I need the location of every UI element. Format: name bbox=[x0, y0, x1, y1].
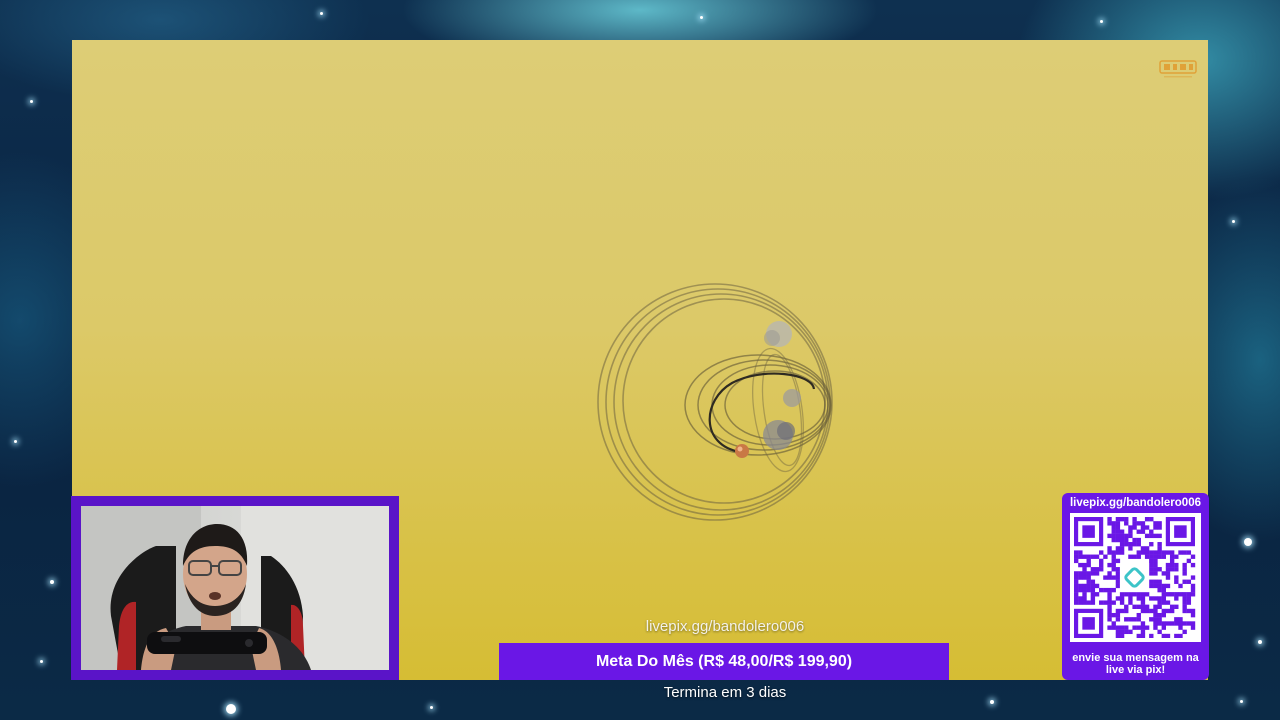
star-decoration bbox=[1244, 538, 1252, 546]
orbit-rings-icon bbox=[597, 283, 833, 521]
star-decoration bbox=[40, 660, 43, 663]
star-decoration bbox=[1240, 700, 1243, 703]
qr-finder-pattern bbox=[1074, 608, 1104, 638]
goal-url-label: livepix.gg/bandolero006 bbox=[645, 618, 805, 635]
qr-caption-line2: live via pix! bbox=[1105, 664, 1166, 676]
star-decoration bbox=[700, 16, 703, 19]
star-decoration bbox=[50, 580, 54, 584]
goal-text: Meta Do Mês (R$ 48,00/R$ 199,90) bbox=[595, 652, 853, 670]
qr-finder-pattern bbox=[1074, 517, 1104, 547]
star-decoration bbox=[1100, 20, 1103, 23]
star-decoration bbox=[226, 704, 236, 714]
goal-deadline: Termina em 3 dias bbox=[663, 684, 787, 701]
qr-pattern bbox=[1074, 517, 1196, 638]
webcam-frame bbox=[71, 496, 399, 680]
goal-progress-bar: Meta Do Mês (R$ 48,00/R$ 199,90) bbox=[499, 643, 949, 680]
star-decoration bbox=[30, 100, 33, 103]
pix-qr-widget: livepix.gg/bandolero006 envie sua mensag… bbox=[1062, 493, 1209, 680]
qr-caption: envie sua mensagem na live via pix! bbox=[1064, 652, 1207, 676]
game-logo-icon bbox=[1159, 60, 1197, 78]
qr-code[interactable] bbox=[1070, 513, 1201, 642]
star-decoration bbox=[990, 700, 994, 704]
pix-logo-icon bbox=[1119, 562, 1150, 593]
qr-caption-line1: envie sua mensagem na bbox=[1072, 652, 1199, 664]
streamer-figure bbox=[81, 506, 389, 670]
qr-finder-pattern bbox=[1165, 517, 1195, 547]
stream-overlay: livepix.gg/bandolero006 Meta Do Mês (R$ … bbox=[0, 0, 1280, 720]
star-decoration bbox=[14, 440, 17, 443]
star-decoration bbox=[430, 706, 433, 709]
star-decoration bbox=[1232, 220, 1235, 223]
star-decoration bbox=[320, 12, 323, 15]
qr-url-label: livepix.gg/bandolero006 bbox=[1069, 497, 1201, 509]
star-decoration bbox=[1258, 640, 1262, 644]
webcam-feed bbox=[81, 506, 389, 670]
